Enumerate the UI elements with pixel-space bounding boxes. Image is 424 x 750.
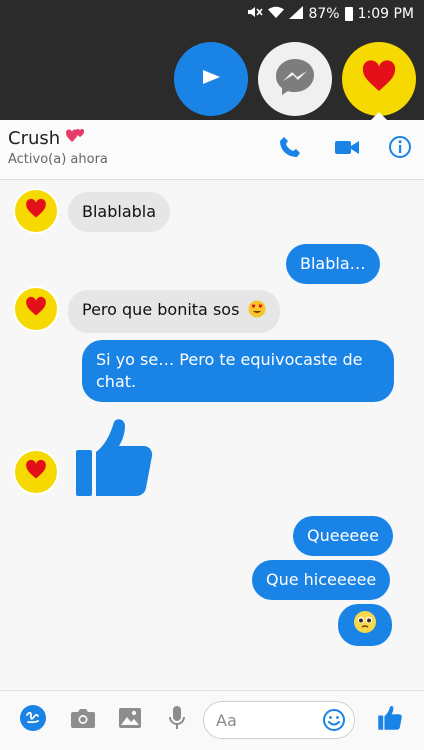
- heart-eyes-emoji-icon: [248, 300, 266, 324]
- message-bubble-incoming[interactable]: Pero que bonita sos: [68, 290, 280, 333]
- microphone-icon: [167, 705, 187, 735]
- like-thumbs-up-icon[interactable]: [72, 416, 156, 500]
- contact-name-text: Crush: [8, 128, 61, 149]
- clock: 1:09 PM: [357, 6, 414, 22]
- contact-avatar[interactable]: [13, 188, 59, 234]
- info-button[interactable]: [385, 134, 415, 164]
- status-icons: 87% 1:09 PM: [247, 5, 414, 23]
- status-bar: 87% 1:09 PM: [0, 0, 424, 30]
- crush-chat-head[interactable]: [342, 42, 416, 116]
- conversation-header: Crush Activo(a) ahora: [0, 120, 424, 180]
- signal-icon: [289, 5, 304, 23]
- emoji-button[interactable]: [322, 708, 346, 732]
- call-button[interactable]: [275, 134, 305, 164]
- message-text: Pero que bonita sos: [82, 300, 240, 319]
- image-icon: [118, 707, 142, 733]
- composer-bar: Aa: [0, 690, 424, 750]
- contact-avatar[interactable]: [13, 449, 59, 495]
- heart-icon: [25, 296, 47, 322]
- message-bubble-outgoing[interactable]: Que hiceeeee: [252, 560, 391, 600]
- contact-status: Activo(a) ahora: [8, 152, 108, 167]
- heart-icon: [361, 59, 397, 99]
- video-call-button[interactable]: [332, 134, 362, 164]
- heart-icon: [25, 459, 47, 485]
- contact-avatar[interactable]: [13, 286, 59, 332]
- video-camera-icon: [334, 138, 360, 160]
- thumbs-up-icon: [377, 705, 403, 735]
- message-bubble-outgoing[interactable]: [338, 604, 392, 646]
- play-icon: [197, 63, 225, 95]
- send-like-button[interactable]: [375, 705, 405, 735]
- message-bubble-outgoing[interactable]: Blabla…: [286, 244, 380, 284]
- pleading-face-emoji-icon: [353, 610, 377, 640]
- phone-icon: [278, 135, 302, 163]
- message-input[interactable]: Aa: [203, 701, 355, 739]
- chat-heads-bar: [0, 30, 424, 120]
- messenger-icon: [273, 55, 317, 103]
- battery-percent: 87%: [308, 6, 340, 22]
- voice-button[interactable]: [162, 705, 192, 735]
- two-hearts-icon: [65, 128, 86, 149]
- extensions-button[interactable]: [18, 705, 48, 735]
- mute-icon: [247, 5, 264, 23]
- contact-name[interactable]: Crush: [8, 128, 86, 149]
- battery-icon: [344, 7, 353, 21]
- heart-icon: [25, 198, 47, 224]
- camera-button[interactable]: [68, 705, 98, 735]
- video-chat-head[interactable]: [174, 42, 248, 116]
- camera-icon: [70, 707, 96, 733]
- message-input-placeholder: Aa: [216, 711, 237, 730]
- info-icon: [388, 135, 412, 163]
- gallery-button[interactable]: [115, 705, 145, 735]
- message-bubble-outgoing[interactable]: Si yo se… Pero te equivocaste de chat.: [82, 340, 394, 402]
- messenger-chat-head[interactable]: [258, 42, 332, 116]
- message-bubble-incoming[interactable]: Blablabla: [68, 192, 171, 232]
- message-bubble-outgoing[interactable]: Queeeee: [293, 516, 393, 556]
- smiley-icon: [322, 709, 346, 736]
- extensions-icon: [19, 704, 47, 736]
- wifi-icon: [268, 6, 285, 23]
